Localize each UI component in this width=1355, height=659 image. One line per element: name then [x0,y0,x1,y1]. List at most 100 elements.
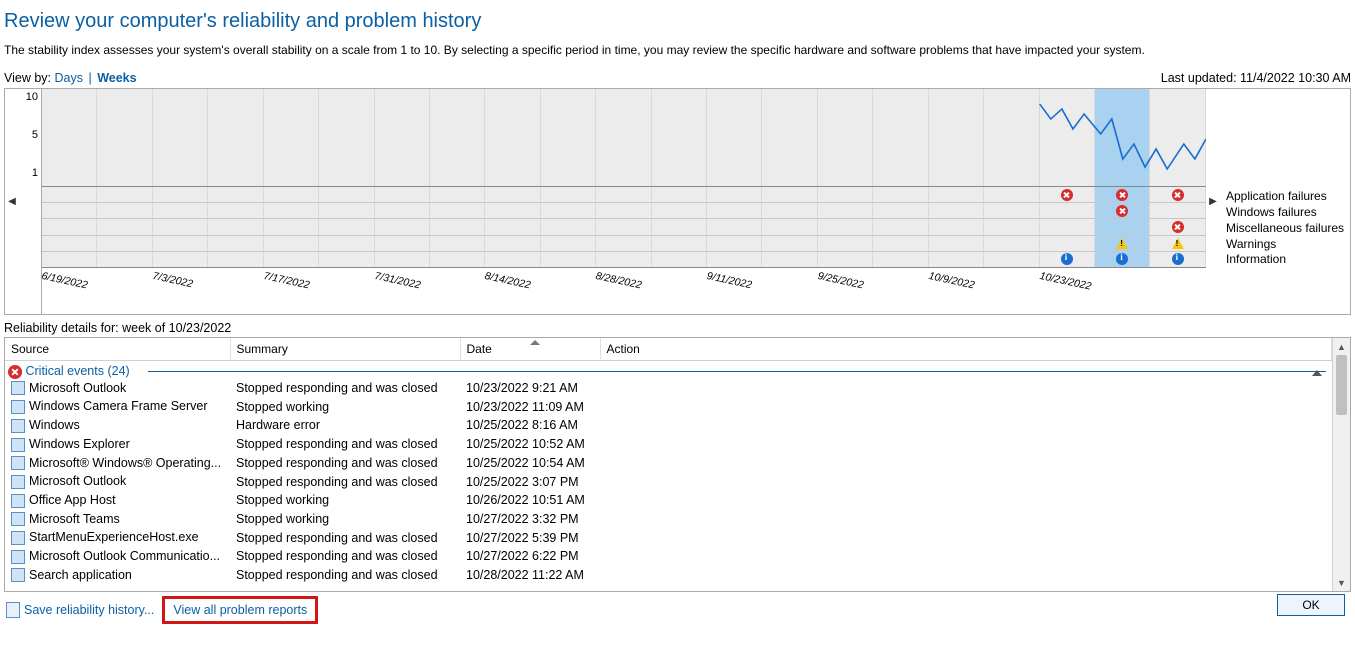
event-cell[interactable] [1040,219,1095,234]
chart-column[interactable] [208,89,263,186]
chart-scroll-left[interactable]: ◀ [5,89,19,314]
event-cell[interactable] [153,187,208,202]
chart-scroll-right[interactable]: ▶ [1206,89,1220,314]
chart-column[interactable] [264,89,319,186]
table-row[interactable]: Microsoft OutlookStopped responding and … [5,472,1332,491]
event-cell[interactable] [541,236,596,251]
event-cell[interactable] [541,252,596,267]
event-cell[interactable] [1095,252,1150,267]
event-cell[interactable] [984,187,1039,202]
event-cell[interactable] [97,187,152,202]
col-date[interactable]: Date [460,338,600,361]
event-icon-grid[interactable] [42,187,1206,268]
chart-column[interactable] [485,89,540,186]
event-cell[interactable] [1095,236,1150,251]
event-cell[interactable] [652,203,707,218]
event-cell[interactable] [264,203,319,218]
event-cell[interactable] [1095,219,1150,234]
event-cell[interactable] [984,252,1039,267]
event-cell[interactable] [430,187,485,202]
event-cell[interactable] [652,252,707,267]
event-cell[interactable] [984,219,1039,234]
scroll-down-icon[interactable]: ▼ [1333,574,1350,591]
event-cell[interactable] [652,187,707,202]
event-cell[interactable] [762,187,817,202]
event-cell[interactable] [42,252,97,267]
save-reliability-history-link[interactable]: Save reliability history... [24,603,154,617]
event-cell[interactable] [153,203,208,218]
event-cell[interactable] [430,236,485,251]
chart-column[interactable] [541,89,596,186]
scroll-up-icon[interactable]: ▲ [1333,338,1350,355]
table-row[interactable]: Microsoft OutlookStopped responding and … [5,379,1332,398]
event-cell[interactable] [42,219,97,234]
event-cell[interactable] [541,187,596,202]
event-cell[interactable] [1150,203,1205,218]
view-by-weeks-link[interactable]: Weeks [97,71,136,85]
event-cell[interactable] [42,236,97,251]
event-cell[interactable] [153,236,208,251]
event-cell[interactable] [97,236,152,251]
scroll-thumb[interactable] [1336,355,1347,415]
event-cell[interactable] [375,252,430,267]
event-cell[interactable] [42,187,97,202]
event-cell[interactable] [818,203,873,218]
event-cell[interactable] [42,203,97,218]
event-cell[interactable] [319,236,374,251]
event-cell[interactable] [208,187,263,202]
event-cell[interactable] [707,236,762,251]
chart-column[interactable] [762,89,817,186]
group-header-row[interactable]: Critical events (24) [5,361,1332,379]
event-cell[interactable] [1150,219,1205,234]
event-cell[interactable] [707,219,762,234]
event-cell[interactable] [208,252,263,267]
event-cell[interactable] [707,203,762,218]
event-cell[interactable] [818,219,873,234]
event-cell[interactable] [1040,252,1095,267]
chart-column[interactable] [818,89,873,186]
event-cell[interactable] [264,219,319,234]
event-cell[interactable] [596,203,651,218]
col-source[interactable]: Source [5,338,230,361]
table-row[interactable]: StartMenuExperienceHost.exeStopped respo… [5,528,1332,547]
event-cell[interactable] [1150,187,1205,202]
event-cell[interactable] [1150,252,1205,267]
event-cell[interactable] [264,252,319,267]
table-row[interactable]: Office App HostStopped working10/26/2022… [5,491,1332,510]
col-action[interactable]: Action [600,338,1332,361]
event-cell[interactable] [485,236,540,251]
event-cell[interactable] [208,219,263,234]
event-cell[interactable] [319,187,374,202]
event-cell[interactable] [818,252,873,267]
chart-column[interactable] [1040,89,1095,186]
event-cell[interactable] [430,219,485,234]
event-cell[interactable] [1095,187,1150,202]
event-cell[interactable] [1040,187,1095,202]
event-cell[interactable] [596,236,651,251]
event-cell[interactable] [652,219,707,234]
event-cell[interactable] [485,219,540,234]
event-cell[interactable] [430,203,485,218]
event-cell[interactable] [873,203,928,218]
chart-column[interactable] [873,89,928,186]
event-cell[interactable] [818,187,873,202]
event-cell[interactable] [929,203,984,218]
event-cell[interactable] [596,219,651,234]
chart-column[interactable] [319,89,374,186]
table-row[interactable]: Windows ExplorerStopped responding and w… [5,435,1332,454]
chart-column[interactable] [97,89,152,186]
view-by-days-link[interactable]: Days [55,71,83,85]
event-cell[interactable] [97,203,152,218]
event-cell[interactable] [1040,236,1095,251]
event-cell[interactable] [596,187,651,202]
event-cell[interactable] [264,236,319,251]
event-cell[interactable] [596,252,651,267]
event-cell[interactable] [762,203,817,218]
stability-line-area[interactable] [42,89,1206,187]
event-cell[interactable] [984,236,1039,251]
event-cell[interactable] [984,203,1039,218]
event-cell[interactable] [1040,203,1095,218]
event-cell[interactable] [485,187,540,202]
event-cell[interactable] [762,252,817,267]
event-cell[interactable] [762,219,817,234]
